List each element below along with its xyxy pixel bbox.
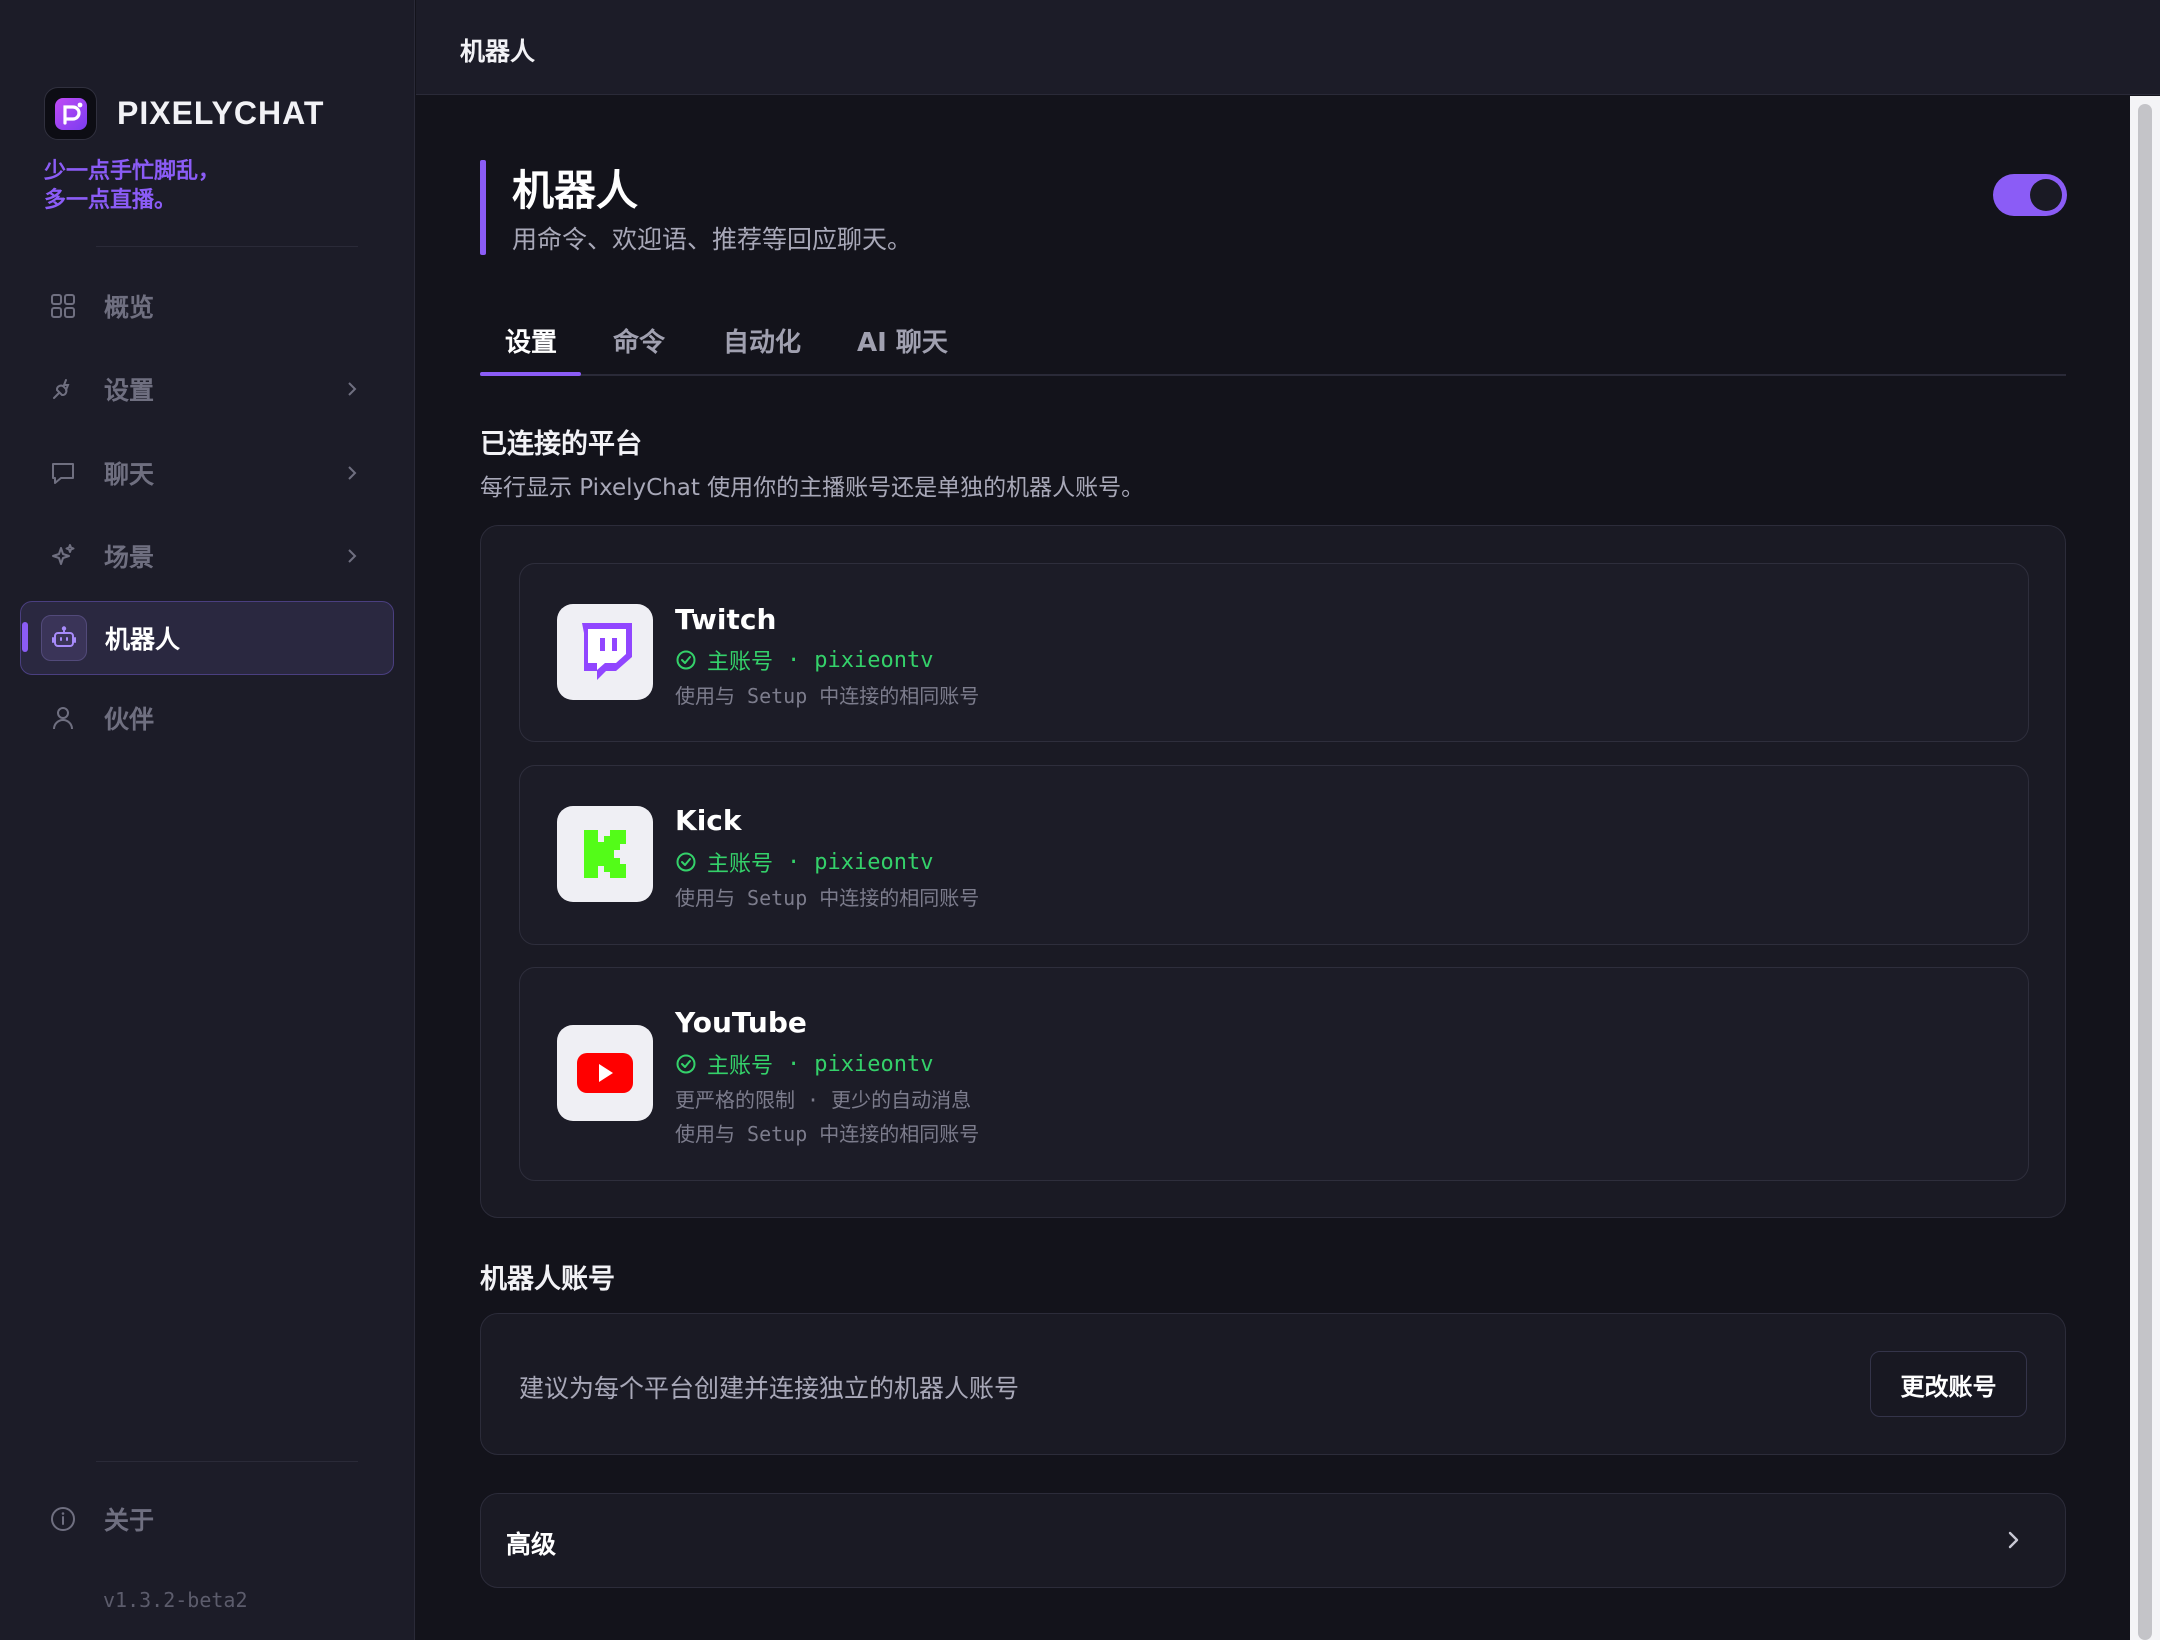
chevron-right-icon [348,382,357,396]
platform-name: Kick [675,804,742,837]
platforms-section-description: 每行显示 PixelyChat 使用你的主播账号还是单独的机器人账号。 [480,475,1145,501]
sidebar-item-partners[interactable]: 伙伴 [20,681,394,755]
sidebar-item-bot[interactable]: 机器人 [20,601,394,675]
platform-card-kick: Kick 主账号 · pixieontv 使用与 Setup 中连接的相同账号 [519,765,2029,945]
sidebar-item-label: 场景 [104,543,155,572]
grid-icon [48,291,78,321]
tab-settings[interactable]: 设置 [505,322,557,359]
platform-status: 主账号 · pixieontv [675,644,933,676]
advanced-section[interactable]: 高级 [480,1493,2066,1588]
page-title: 机器人 [512,166,639,215]
platform-note: 更严格的限制 · 更少的自动消息 [675,1088,972,1112]
platform-note: 使用与 Setup 中连接的相同账号 [675,684,980,708]
brand: PIXELYCHAT [44,87,324,140]
bot-account-description: 建议为每个平台创建并连接独立的机器人账号 [519,1374,1020,1403]
account-username: pixieontv [814,1051,934,1077]
version-label: v1.3.2-beta2 [103,1588,248,1612]
separator-dot: · [787,849,801,875]
account-type: 主账号 [707,1054,774,1079]
tagline-line-2: 多一点直播。 [44,188,177,213]
sidebar-divider [96,246,358,247]
info-icon [48,1504,78,1534]
sidebar-item-about[interactable]: 关于 [20,1482,394,1556]
sparkle-icon [48,541,78,571]
kick-icon [557,806,653,902]
chevron-right-icon [348,549,357,563]
user-icon [48,703,78,733]
active-indicator [22,622,28,652]
sidebar-item-chat[interactable]: 聊天 [20,436,394,510]
platforms-section-title: 已连接的平台 [480,429,642,460]
platform-status: 主账号 · pixieontv [675,846,933,878]
platform-status: 主账号 · pixieontv [675,1048,933,1080]
brand-name: PIXELYCHAT [117,95,325,131]
platform-name: YouTube [675,1006,807,1039]
account-type: 主账号 [707,852,774,877]
bot-enabled-toggle[interactable] [1993,174,2067,216]
sidebar-divider [96,1461,358,1462]
header-title: 机器人 [460,37,536,66]
chevron-right-icon [348,466,357,480]
chevron-right-icon [2008,1531,2019,1549]
platform-note: 使用与 Setup 中连接的相同账号 [675,886,980,910]
platform-card-twitch: Twitch 主账号 · pixieontv 使用与 Setup 中连接的相同账… [519,563,2029,742]
twitch-icon [557,604,653,700]
sidebar-item-label: 伙伴 [104,705,155,734]
check-circle-icon [676,852,696,872]
youtube-icon [557,1025,653,1121]
platform-note: 使用与 Setup 中连接的相同账号 [675,1122,980,1146]
sidebar-item-label: 设置 [104,376,155,405]
change-account-button[interactable]: 更改账号 [1870,1351,2027,1417]
tab-automation[interactable]: 自动化 [723,322,801,359]
advanced-label: 高级 [506,1530,557,1559]
tagline-line-1: 少一点手忙脚乱， [44,159,221,184]
tagline: 少一点手忙脚乱， 多一点直播。 [44,157,220,215]
sidebar-item-overview[interactable]: 概览 [20,269,394,343]
sidebar-item-label: 聊天 [104,460,155,489]
sidebar-item-label: 机器人 [105,625,181,654]
sidebar-item-scenes[interactable]: 场景 [20,519,394,593]
title-accent [480,160,486,255]
account-username: pixieontv [814,849,934,875]
account-username: pixieontv [814,647,934,673]
bot-account-panel: 建议为每个平台创建并连接独立的机器人账号 更改账号 [480,1313,2066,1455]
scrollbar-thumb[interactable] [2138,104,2152,1640]
sidebar-item-label: 概览 [104,293,155,322]
platforms-panel: Twitch 主账号 · pixieontv 使用与 Setup 中连接的相同账… [480,525,2066,1218]
check-circle-icon [676,650,696,670]
separator-dot: · [787,647,801,673]
check-circle-icon [676,1054,696,1074]
top-header: 机器人 [416,0,2160,95]
sidebar-item-setup[interactable]: 设置 [20,352,394,426]
platform-card-youtube: YouTube 主账号 · pixieontv 更严格的限制 · 更少的自动消息… [519,967,2029,1181]
bot-account-section-title: 机器人账号 [480,1264,615,1295]
sidebar-item-label: 关于 [104,1506,155,1535]
active-tab-underline [480,372,581,376]
separator-dot: · [787,1051,801,1077]
robot-icon [41,615,87,661]
toggle-knob [2030,179,2062,211]
brand-logo-icon [44,87,97,140]
sidebar: PIXELYCHAT 少一点手忙脚乱， 多一点直播。 概览 设置 聊天 场景 机… [0,0,415,1640]
tab-commands[interactable]: 命令 [613,322,665,359]
account-type: 主账号 [707,650,774,675]
tab-bar: 设置 命令 自动化 AI 聊天 [480,310,2066,376]
platform-name: Twitch [675,603,777,636]
plug-icon [48,374,78,404]
tab-ai-chat[interactable]: AI 聊天 [857,322,948,359]
chat-bubble-icon [48,458,78,488]
page-subtitle: 用命令、欢迎语、推荐等回应聊天。 [512,225,913,254]
